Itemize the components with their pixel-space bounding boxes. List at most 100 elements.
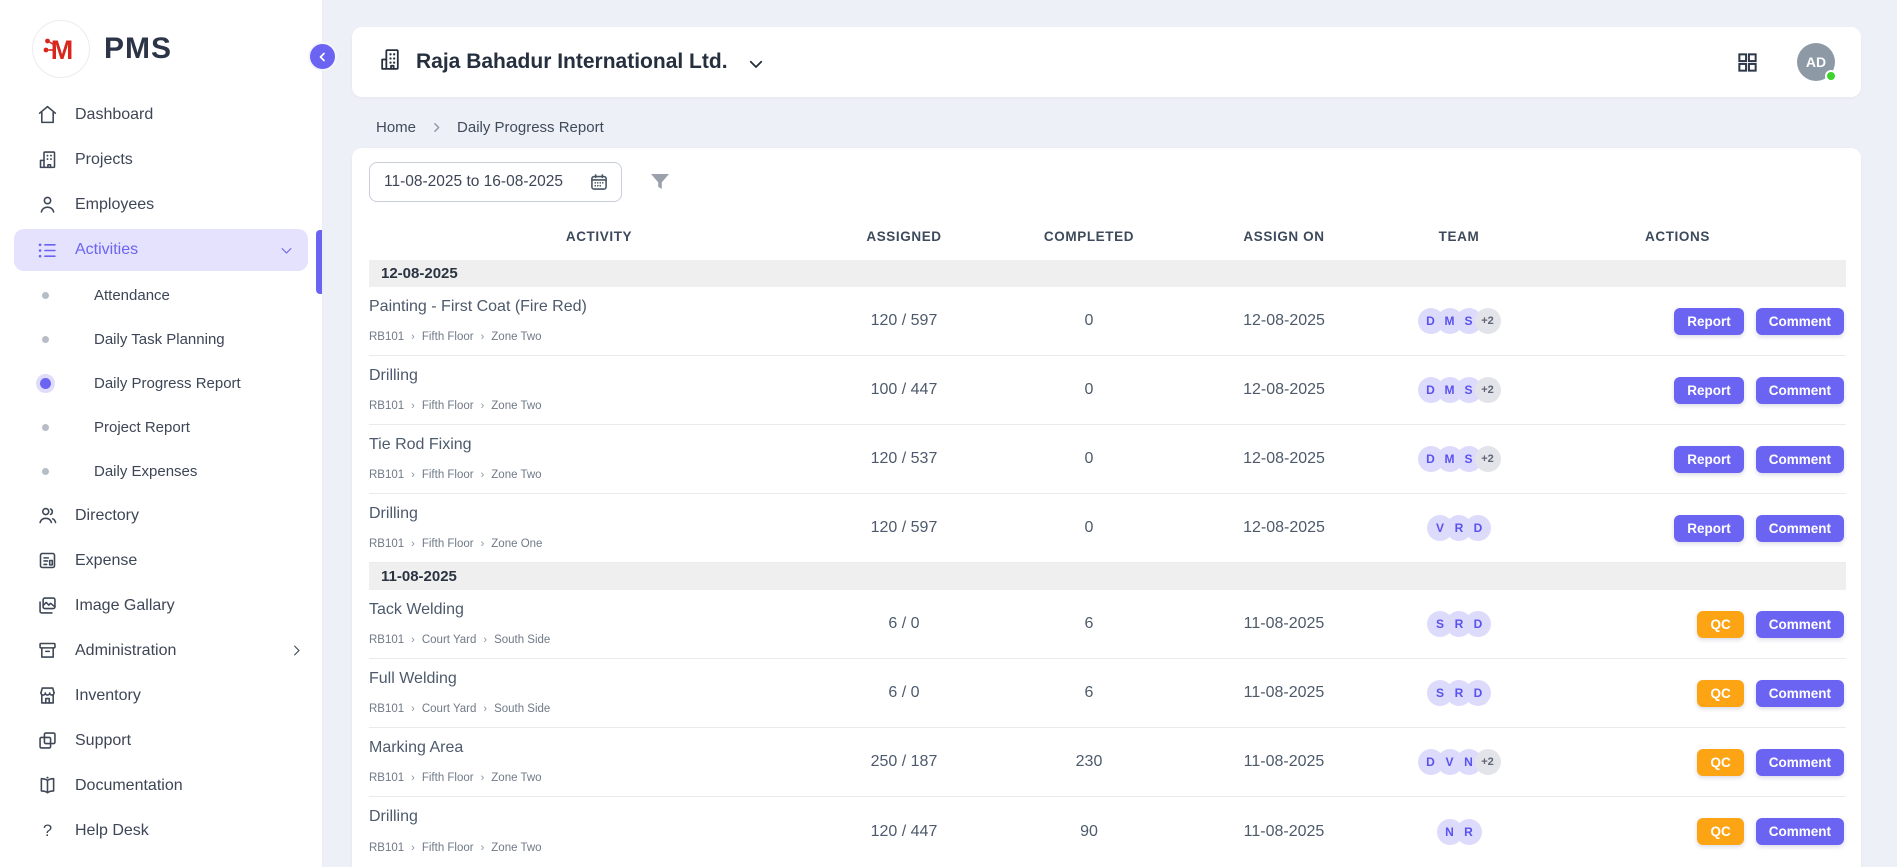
activity-cell: Marking AreaRB101›Fifth Floor›Zone Two xyxy=(369,728,829,796)
assign-on-value: 12-08-2025 xyxy=(1199,450,1369,468)
column-header-activity: ACTIVITY xyxy=(369,229,829,244)
sidebar-item-administration[interactable]: Administration xyxy=(0,628,322,673)
qc-button[interactable]: QC xyxy=(1697,611,1743,638)
apps-grid-icon[interactable] xyxy=(1736,51,1759,74)
chevron-right-icon: › xyxy=(481,332,485,343)
comment-button[interactable]: Comment xyxy=(1756,446,1844,473)
sidebar-item-help-desk[interactable]: ?Help Desk xyxy=(0,808,322,853)
date-range-input[interactable]: 11-08-2025 to 16-08-2025 xyxy=(369,162,622,202)
report-button[interactable]: Report xyxy=(1674,377,1744,404)
qc-button[interactable]: QC xyxy=(1697,818,1743,845)
building-icon xyxy=(36,149,58,171)
sidebar-item-activities[interactable]: Activities xyxy=(14,229,308,271)
sidebar-item-employees[interactable]: Employees xyxy=(0,182,322,227)
bullet-dot-icon xyxy=(42,424,49,431)
filter-funnel-icon[interactable] xyxy=(648,170,672,194)
activity-title: Drilling xyxy=(369,808,829,826)
sidebar-item-label: Inventory xyxy=(75,687,141,705)
sidebar-item-support[interactable]: Support xyxy=(0,718,322,763)
report-button[interactable]: Report xyxy=(1674,446,1744,473)
report-button[interactable]: Report xyxy=(1674,308,1744,335)
sidebar-item-documentation[interactable]: Documentation xyxy=(0,763,322,808)
sidebar-item-inventory[interactable]: Inventory xyxy=(0,673,322,718)
sidebar-collapse-button[interactable] xyxy=(308,42,337,71)
qc-button[interactable]: QC xyxy=(1697,749,1743,776)
path-segment: RB101 xyxy=(369,703,404,715)
progress-report-table: ACTIVITYASSIGNEDCOMPLETEDASSIGN ONTEAMAC… xyxy=(369,222,1846,866)
team-avatar[interactable]: D xyxy=(1465,515,1491,541)
date-group-header: 11-08-2025 xyxy=(369,563,1846,590)
list-icon xyxy=(36,239,58,261)
team-avatar-more[interactable]: +2 xyxy=(1475,377,1501,403)
path-segment: RB101 xyxy=(369,842,404,854)
sidebar-subitem-daily-task-planning[interactable]: Daily Task Planning xyxy=(0,317,322,361)
sidebar-subitem-attendance[interactable]: Attendance xyxy=(0,273,322,317)
chevron-right-icon: › xyxy=(411,773,415,784)
sidebar-subitem-label: Daily Task Planning xyxy=(94,331,225,348)
path-segment: Fifth Floor xyxy=(422,400,474,412)
archive-icon xyxy=(36,640,58,662)
chevron-right-icon: › xyxy=(411,401,415,412)
sidebar-item-expense[interactable]: Expense xyxy=(0,538,322,583)
activity-location-path: RB101›Fifth Floor›Zone Two xyxy=(369,331,829,343)
path-segment: RB101 xyxy=(369,634,404,646)
sidebar-subitem-daily-expenses[interactable]: Daily Expenses xyxy=(0,449,322,493)
breadcrumb-home-link[interactable]: Home xyxy=(376,119,416,136)
team-avatar-more[interactable]: +2 xyxy=(1475,749,1501,775)
assign-on-value: 11-08-2025 xyxy=(1199,753,1369,771)
sidebar: M PMS DashboardProjectsEmployeesActiviti… xyxy=(0,0,323,867)
sidebar-item-label: Expense xyxy=(75,552,137,570)
sidebar-subitem-label: Daily Expenses xyxy=(94,463,197,480)
sidebar-subitem-project-report[interactable]: Project Report xyxy=(0,405,322,449)
sidebar-item-label: Dashboard xyxy=(75,106,153,124)
team-avatar-more[interactable]: +2 xyxy=(1475,308,1501,334)
comment-button[interactable]: Comment xyxy=(1756,308,1844,335)
activity-cell: Tack WeldingRB101›Court Yard›South Side xyxy=(369,590,829,658)
column-header-team: TEAM xyxy=(1369,229,1549,244)
assigned-value: 6 / 0 xyxy=(829,684,979,702)
chevron-right-icon: › xyxy=(481,401,485,412)
chevron-right-icon: › xyxy=(411,539,415,550)
activity-title: Tie Rod Fixing xyxy=(369,436,829,454)
sidebar-item-label: Administration xyxy=(75,642,176,660)
activity-title: Painting - First Coat (Fire Red) xyxy=(369,298,829,316)
active-section-indicator xyxy=(316,230,322,294)
activity-cell: Tie Rod FixingRB101›Fifth Floor›Zone Two xyxy=(369,425,829,493)
sidebar-item-projects[interactable]: Projects xyxy=(0,137,322,182)
chevron-down-icon xyxy=(747,55,765,73)
comment-button[interactable]: Comment xyxy=(1756,515,1844,542)
activity-title: Tack Welding xyxy=(369,601,829,619)
comment-button[interactable]: Comment xyxy=(1756,749,1844,776)
path-segment: Fifth Floor xyxy=(422,331,474,343)
table-row: Painting - First Coat (Fire Red)RB101›Fi… xyxy=(369,287,1846,356)
sidebar-subitem-daily-progress-report[interactable]: Daily Progress Report xyxy=(0,361,322,405)
team-avatar[interactable]: D xyxy=(1465,611,1491,637)
team-avatar[interactable]: D xyxy=(1465,680,1491,706)
sidebar-item-image-gallary[interactable]: Image Gallary xyxy=(0,583,322,628)
path-segment: Zone Two xyxy=(491,842,541,854)
sidebar-item-dashboard[interactable]: Dashboard xyxy=(0,92,322,137)
comment-button[interactable]: Comment xyxy=(1756,611,1844,638)
qc-button[interactable]: QC xyxy=(1697,680,1743,707)
team-avatar-more[interactable]: +2 xyxy=(1475,446,1501,472)
team-avatar[interactable]: R xyxy=(1456,819,1482,845)
table-row: Full WeldingRB101›Court Yard›South Side6… xyxy=(369,659,1846,728)
breadcrumb-current: Daily Progress Report xyxy=(457,119,604,136)
comment-button[interactable]: Comment xyxy=(1756,377,1844,404)
comment-button[interactable]: Comment xyxy=(1756,680,1844,707)
actions-cell: Report Comment xyxy=(1549,515,1846,542)
book-icon xyxy=(36,775,58,797)
comment-button[interactable]: Comment xyxy=(1756,818,1844,845)
chevron-left-icon xyxy=(317,51,329,63)
table-row: Tack WeldingRB101›Court Yard›South Side6… xyxy=(369,590,1846,659)
company-selector[interactable]: Raja Bahadur International Ltd. xyxy=(378,47,765,77)
sidebar-item-directory[interactable]: Directory xyxy=(0,493,322,538)
sidebar-subitem-label: Daily Progress Report xyxy=(94,375,241,392)
chevron-right-icon: › xyxy=(483,704,487,715)
user-avatar[interactable]: AD xyxy=(1797,43,1835,81)
image-icon xyxy=(36,595,58,617)
chevron-right-icon: › xyxy=(481,470,485,481)
report-button[interactable]: Report xyxy=(1674,515,1744,542)
path-segment: RB101 xyxy=(369,469,404,481)
activity-title: Marking Area xyxy=(369,739,829,757)
